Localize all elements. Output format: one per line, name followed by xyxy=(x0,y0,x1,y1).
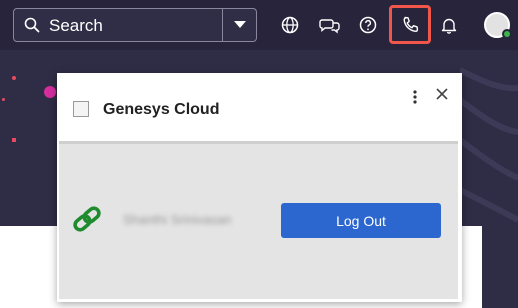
help-icon[interactable] xyxy=(356,13,380,37)
search-divider xyxy=(222,9,223,41)
more-options-icon[interactable] xyxy=(413,89,417,105)
close-icon[interactable] xyxy=(435,87,449,101)
presence-indicator xyxy=(502,29,512,39)
phone-icon xyxy=(403,16,419,32)
log-out-button[interactable]: Log Out xyxy=(281,203,441,238)
account-panel: Shanthi Srinivasan Log Out xyxy=(59,141,458,299)
top-bar: Search xyxy=(0,0,518,50)
genesys-cloud-popup: Genesys Cloud Shanthi Srinivasan Log Out xyxy=(57,73,462,302)
search-icon xyxy=(24,17,40,33)
bell-icon[interactable] xyxy=(437,13,461,37)
search-box[interactable]: Search xyxy=(13,8,257,42)
app-logo-icon xyxy=(73,101,89,117)
link-icon xyxy=(73,206,101,232)
search-label: Search xyxy=(49,16,103,35)
user-name: Shanthi Srinivasan xyxy=(123,212,232,227)
globe-icon[interactable] xyxy=(278,13,302,37)
decorative-dot xyxy=(12,76,16,80)
decorative-dot xyxy=(12,138,16,142)
popup-title: Genesys Cloud xyxy=(103,101,220,118)
avatar[interactable] xyxy=(484,12,512,39)
chevron-down-icon[interactable] xyxy=(233,20,247,30)
chat-icon[interactable] xyxy=(318,13,342,37)
decorative-dot xyxy=(2,98,5,101)
phone-button[interactable] xyxy=(389,5,431,44)
decorative-dot xyxy=(44,86,56,98)
